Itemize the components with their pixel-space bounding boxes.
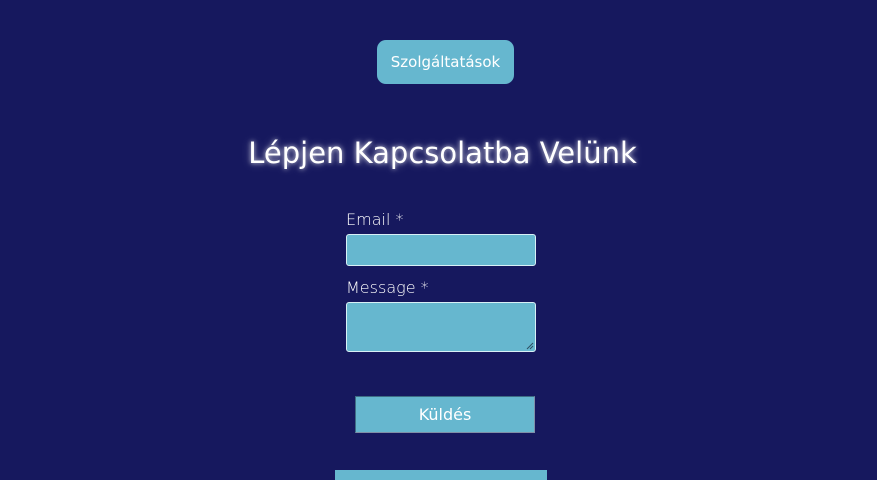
message-field[interactable] <box>346 302 536 352</box>
message-label: Message * <box>346 278 429 297</box>
top-cut-off-text: ' ' ' <box>388 0 478 6</box>
email-label: Email * <box>346 210 404 229</box>
email-field[interactable] <box>346 234 536 266</box>
services-button[interactable]: Szolgáltatások <box>377 40 514 84</box>
textarea-resize-handle-icon[interactable] <box>526 342 534 350</box>
contact-page: ' ' ' Szolgáltatások Lépjen Kapcsolatba … <box>0 0 877 480</box>
bottom-cut-off-block <box>335 470 547 480</box>
submit-button[interactable]: Küldés <box>355 396 535 433</box>
page-title: Lépjen Kapcsolatba Velünk <box>248 136 637 171</box>
